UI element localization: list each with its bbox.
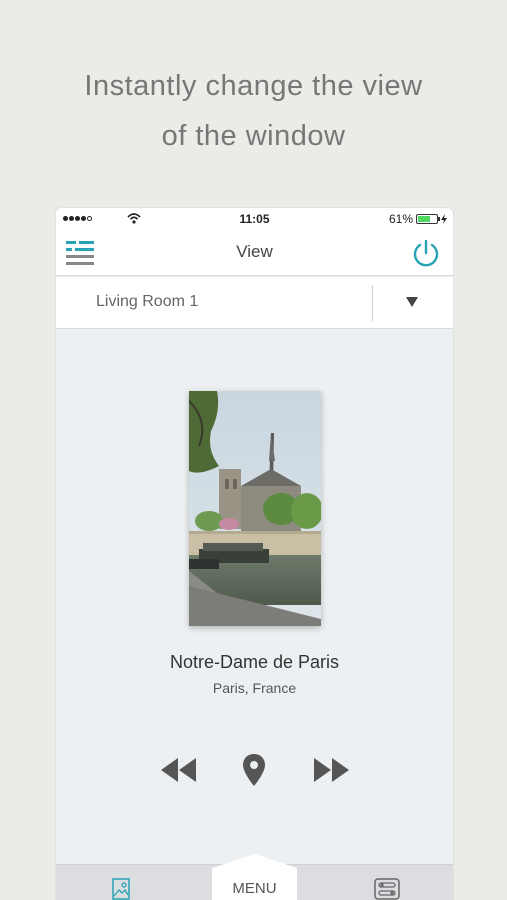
page-title: View (236, 242, 273, 261)
battery-icon (416, 214, 440, 224)
picture-icon[interactable] (112, 878, 130, 900)
room-selector-divider (372, 285, 373, 321)
toggles-icon[interactable] (374, 878, 400, 900)
menu-tab-label: MENU (232, 880, 277, 897)
nav-bar: View (56, 230, 453, 276)
phone-screen: 11:05 61% View Living Room 1 Notre-Dame … (56, 208, 453, 900)
room-selector-value: Living Room 1 (96, 293, 199, 310)
battery-status: 61% (389, 212, 447, 226)
battery-percent: 61% (388, 212, 413, 226)
fast-forward-icon[interactable] (313, 756, 351, 784)
dropdown-caret-icon[interactable] (406, 297, 418, 307)
status-bar: 11:05 61% (56, 208, 453, 230)
menu-tab-button[interactable]: MENU (212, 854, 297, 900)
view-name: Notre-Dame de Paris (169, 652, 340, 672)
headline-line-1: Instantly change the view (84, 70, 423, 102)
power-icon[interactable] (411, 238, 441, 268)
charging-bolt-icon (441, 214, 447, 224)
location-pin-icon[interactable] (242, 753, 266, 787)
headline-line-2: of the window (161, 120, 346, 152)
view-location: Paris, France (212, 680, 297, 696)
room-selector[interactable]: Living Room 1 (56, 277, 453, 329)
rewind-icon[interactable] (159, 756, 197, 784)
view-photo[interactable] (189, 391, 321, 626)
